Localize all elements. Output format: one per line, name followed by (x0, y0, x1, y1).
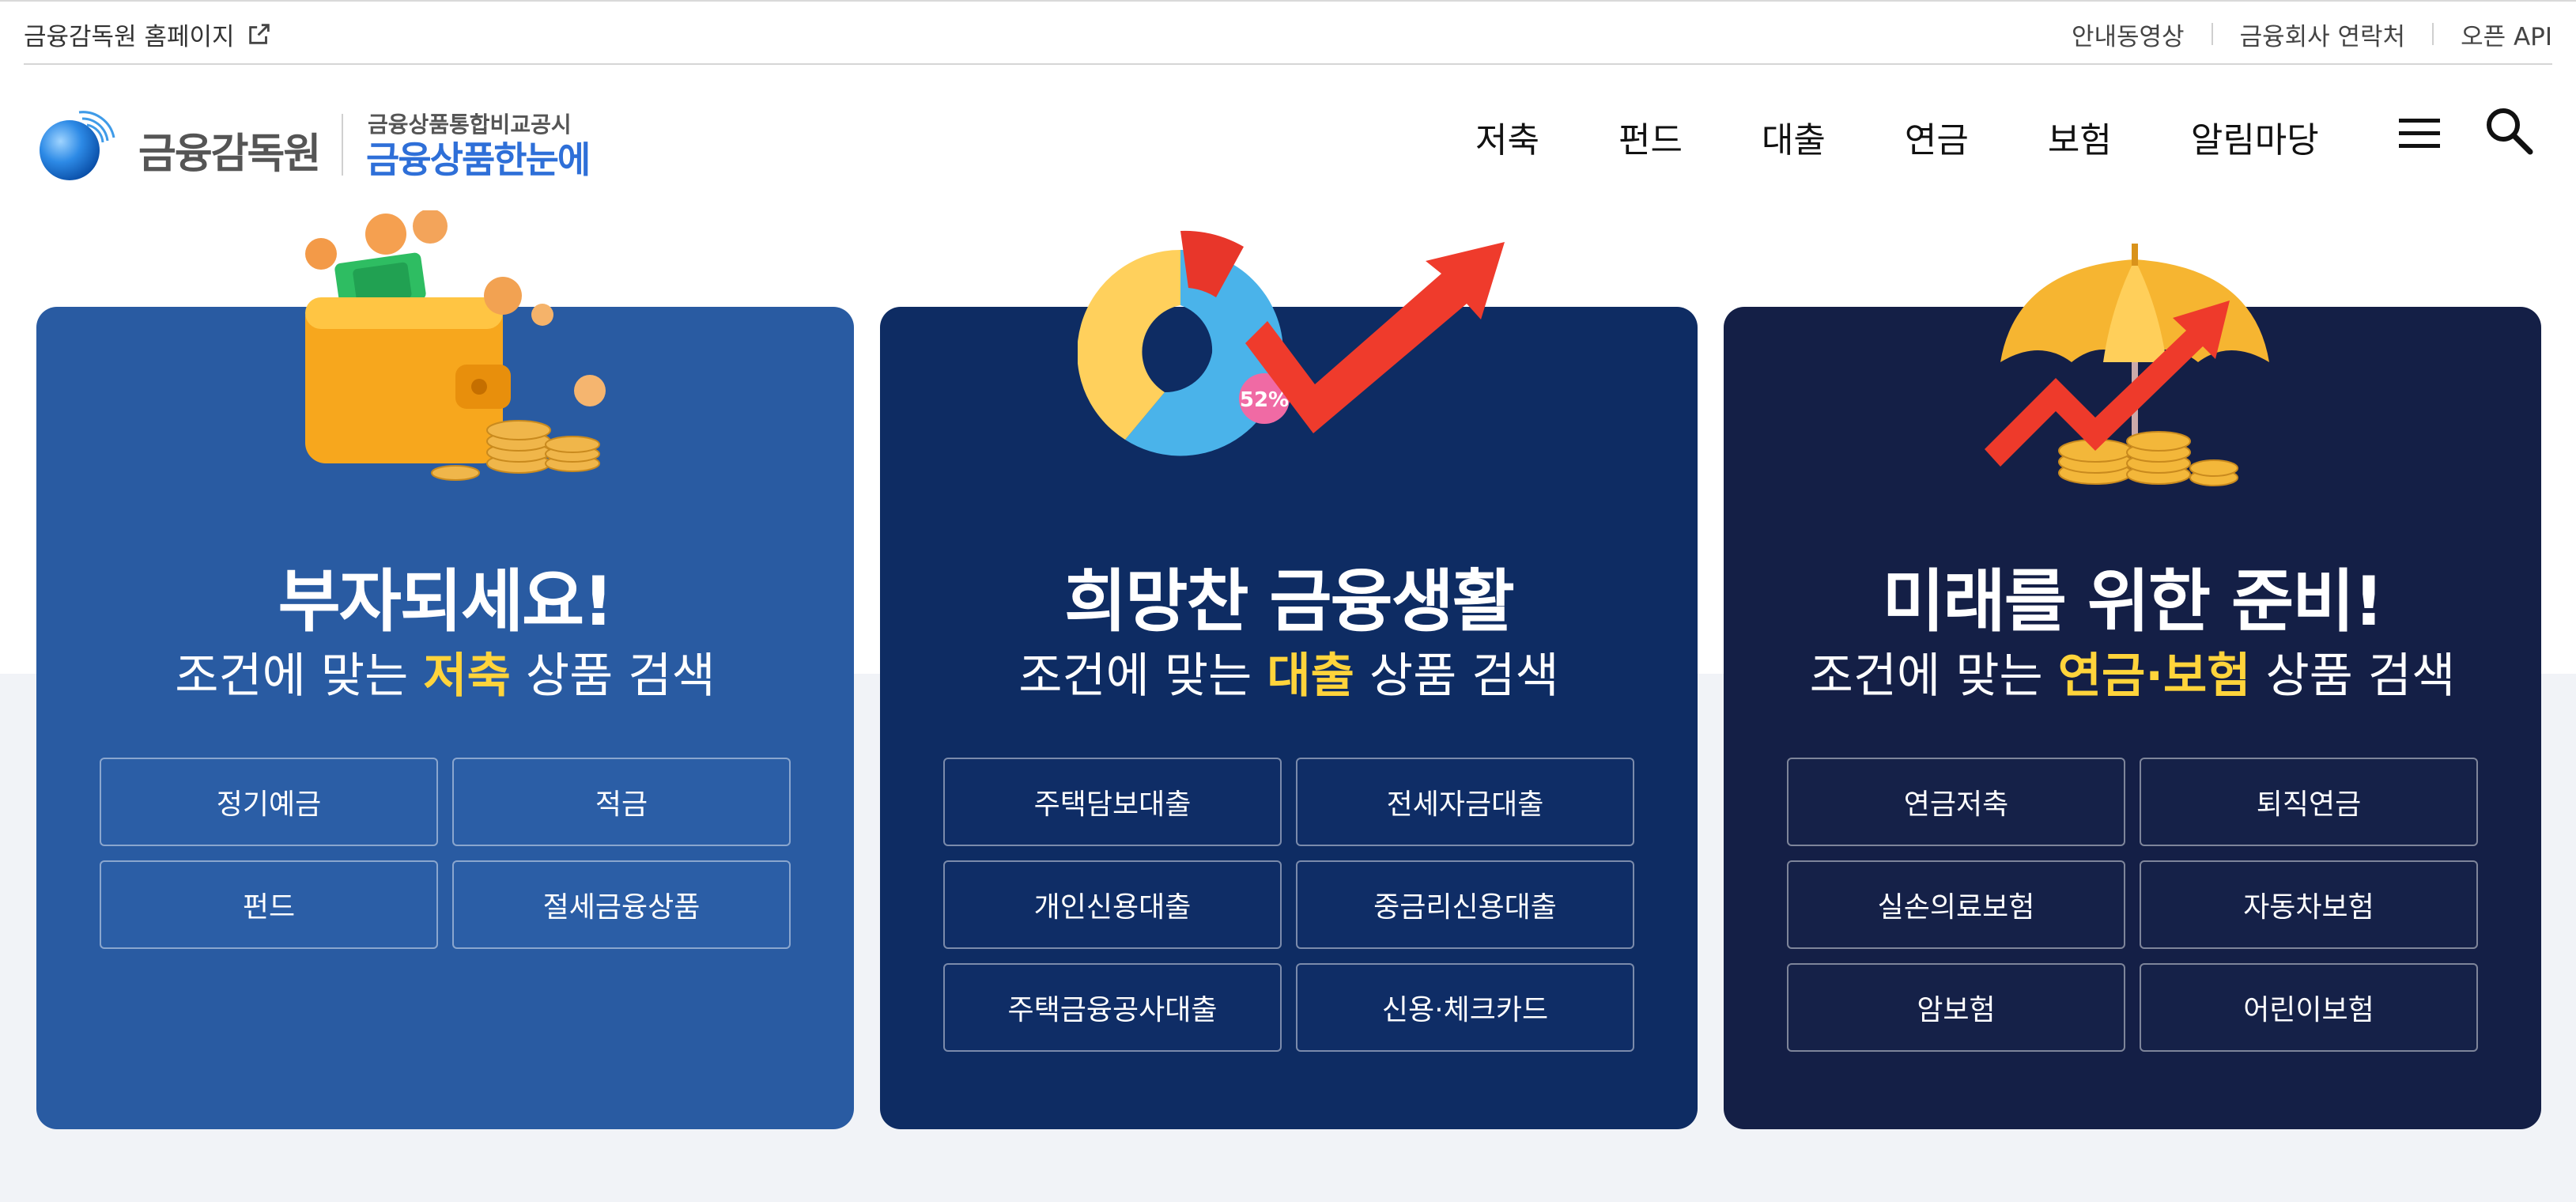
installment-savings-button[interactable]: 적금 (452, 758, 791, 846)
nav-notice[interactable]: 알림마당 (2191, 112, 2319, 162)
guide-video-link[interactable]: 안내동영상 (2045, 17, 2212, 52)
nav-pension[interactable]: 연금 (1905, 112, 1969, 162)
car-insurance-button[interactable]: 자동차보험 (2140, 860, 2478, 949)
subtitle-suffix: 상품 검색 (1354, 648, 1559, 704)
mid-rate-credit-loan-button[interactable]: 중금리신용대출 (1296, 860, 1634, 949)
open-api-link[interactable]: 오픈 API (2434, 17, 2552, 52)
hf-corp-loan-button[interactable]: 주택금융공사대출 (943, 963, 1282, 1052)
pension-card-title: 미래를 위한 준비! (1882, 562, 2385, 641)
personal-credit-loan-button[interactable]: 개인신용대출 (943, 860, 1282, 949)
company-contacts-link[interactable]: 금융회사 연락처 (2213, 17, 2433, 52)
loan-card-title: 희망찬 금융생활 (1064, 562, 1515, 641)
nav-savings[interactable]: 저축 (1475, 112, 1539, 162)
service-title[interactable]: 금융상품한눈에 (366, 131, 591, 183)
main-nav: 저축 펀드 대출 연금 보험 알림마당 (1475, 109, 2319, 164)
subtitle-highlight: 대출 (1267, 648, 1354, 704)
umbrella-coins-illustration (1985, 244, 2269, 486)
pension-savings-button[interactable]: 연금저축 (1787, 758, 2125, 846)
subtitle-prefix: 조건에 맞는 (1018, 648, 1267, 704)
subtitle-suffix: 상품 검색 (510, 648, 716, 704)
subtitle-highlight: 연금·보험 (2057, 648, 2251, 704)
retirement-pension-button[interactable]: 퇴직연금 (2140, 758, 2478, 846)
fund-button[interactable]: 펀드 (100, 860, 438, 949)
hamburger-menu-icon[interactable] (2397, 115, 2442, 152)
nav-fund[interactable]: 펀드 (1618, 112, 1683, 162)
savings-card: 부자되세요! 조건에 맞는 저축 상품 검색 정기예금 적금 펀드 절세금융상품 (36, 210, 854, 1129)
pension-insurance-card: 미래를 위한 준비! 조건에 맞는 연금·보험 상품 검색 연금저축 퇴직연금 … (1724, 244, 2541, 1129)
credit-check-card-button[interactable]: 신용·체크카드 (1296, 963, 1634, 1052)
child-insurance-button[interactable]: 어린이보험 (2140, 963, 2478, 1052)
tax-saving-product-button[interactable]: 절세금융상품 (452, 860, 791, 949)
chart-percent-badge: 52% (1240, 388, 1289, 412)
fss-homepage-link[interactable]: 금융감독원 홈페이지 (24, 2, 273, 66)
utility-divider (24, 63, 2552, 65)
logo-divider (342, 114, 343, 176)
pension-button-grid: 연금저축 퇴직연금 실손의료보험 자동차보험 암보험 어린이보험 (1787, 758, 2478, 1052)
time-deposit-button[interactable]: 정기예금 (100, 758, 438, 846)
fss-homepage-label: 금융감독원 홈페이지 (24, 22, 235, 51)
external-link-icon (248, 24, 270, 44)
cancer-insurance-button[interactable]: 암보험 (1787, 963, 2125, 1052)
fss-logo-text: 금융감독원 (138, 130, 321, 178)
savings-card-title: 부자되세요! (278, 562, 614, 641)
utility-links: 안내동영상 금융회사 연락처 오픈 API (2045, 2, 2552, 66)
nav-loan[interactable]: 대출 (1762, 112, 1826, 162)
donut-chart-arrow-illustration: 52% (1078, 230, 1505, 456)
pension-card-subtitle: 조건에 맞는 연금·보험 상품 검색 (1724, 637, 2541, 706)
loan-card-subtitle: 조건에 맞는 대출 상품 검색 (880, 637, 1698, 706)
savings-button-grid: 정기예금 적금 펀드 절세금융상품 (100, 758, 791, 949)
subtitle-suffix: 상품 검색 (2250, 648, 2456, 704)
subtitle-prefix: 조건에 맞는 (175, 648, 424, 704)
nav-insurance[interactable]: 보험 (2048, 112, 2112, 162)
subtitle-highlight: 저축 (423, 648, 511, 704)
fss-logo[interactable] (38, 101, 123, 187)
utility-bar: 금융감독원 홈페이지 안내동영상 금융회사 연락처 오픈 API (0, 2, 2576, 63)
loan-button-grid: 주택담보대출 전세자금대출 개인신용대출 중금리신용대출 주택금융공사대출 신용… (943, 758, 1634, 1052)
subtitle-prefix: 조건에 맞는 (1809, 648, 2058, 704)
savings-card-subtitle: 조건에 맞는 저축 상품 검색 (36, 637, 854, 706)
mortgage-loan-button[interactable]: 주택담보대출 (943, 758, 1282, 846)
wallet-coins-illustration (305, 210, 606, 481)
search-icon[interactable] (2483, 104, 2535, 157)
medical-insurance-button[interactable]: 실손의료보험 (1787, 860, 2125, 949)
loan-card: 52% 희망찬 금융생활 조건에 맞는 대출 상품 검색 주택담보대출 전세자금… (880, 230, 1698, 1129)
jeonse-loan-button[interactable]: 전세자금대출 (1296, 758, 1634, 846)
